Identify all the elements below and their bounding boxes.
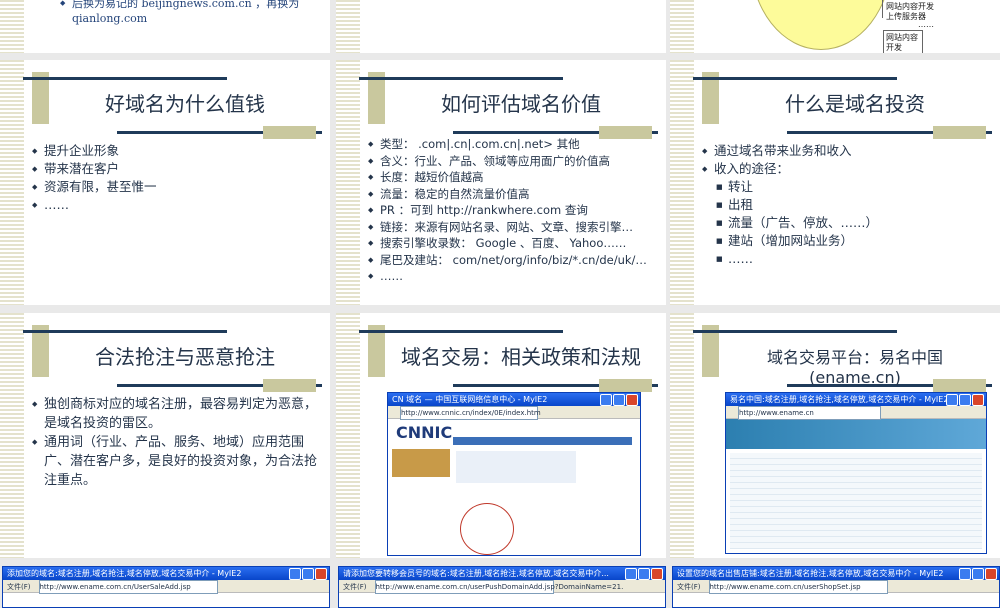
- bullet: 长度：越短价值越高: [368, 169, 658, 186]
- sub-bullet: 流量（广告、停放、……）: [702, 214, 992, 232]
- bullet: 通过域名带来业务和收入: [702, 142, 992, 160]
- window-title: 添加您的域名:域名注册,域名抢注,域名停放,域名交易中介 - MyIE2: [7, 569, 242, 578]
- slide-stripe: [0, 313, 24, 558]
- address-bar[interactable]: http://www.ename.com.cn/userPushDomainAd…: [374, 580, 623, 594]
- diagram-connector: [882, 0, 883, 18]
- browser-window-2[interactable]: 请添加您要转移会员号的域名:域名注册,域名抢注,域名停放,域名交易中介... 文…: [338, 566, 666, 608]
- slide-stripe: [336, 0, 360, 53]
- browser-window-1[interactable]: 添加您的域名:域名注册,域名抢注,域名停放,域名交易中介 - MyIE2 文件(…: [2, 566, 330, 608]
- sub-bullet: ……: [702, 250, 992, 268]
- window-title: 设置您的域名出售店铺:域名注册,域名抢注,域名停放,域名交易中介 - MyIE2: [677, 569, 944, 578]
- diagram-box: 网站内容开发: [883, 30, 923, 53]
- bullet: 链接：来源有网站名录、网站、文章、搜索引擎…: [368, 219, 658, 236]
- maximize-button[interactable]: [638, 568, 650, 580]
- accent-block: [263, 126, 316, 139]
- bullet: 类型： .com|.cn|.com.cn|.net> 其他: [368, 136, 658, 153]
- minimize-button[interactable]: [625, 568, 637, 580]
- close-button[interactable]: [985, 568, 997, 580]
- accent-block: [933, 126, 986, 139]
- bullet: 后换为易记的 beijingnews.com.cn ，再换为 qianlong.…: [60, 0, 322, 26]
- slide-stripe: [670, 60, 694, 305]
- bullet: 独创商标对应的域名注册，最容易判定为恶意，是域名投资的雷区。: [32, 395, 322, 433]
- banner: [392, 449, 450, 477]
- slide-stripe: [0, 0, 24, 53]
- slide-title: 合法抢注与恶意抢注: [95, 345, 275, 369]
- address-bar[interactable]: http://www.ename.com.cn/UserSaleAdd.jsp: [38, 580, 218, 594]
- divider: [23, 77, 227, 80]
- slide-thumbnail-8[interactable]: 域名交易：相关政策和法规 CN 域名 — 中国互联网络信息中心 - MyIE2 …: [336, 313, 666, 558]
- bullet: 尾巴及建站： com/net/org/info/biz/*.cn/de/uk/…: [368, 252, 658, 269]
- highlight-circle: [460, 503, 514, 555]
- slide-thumbnail-9[interactable]: 域名交易平台：易名中国 (ename.cn) 易名中国:域名注册,域名抢注,域名…: [670, 313, 1000, 558]
- slide-stripe: [0, 60, 24, 305]
- file-menu[interactable]: 文件(F): [7, 583, 31, 591]
- divider: [693, 77, 897, 80]
- close-button[interactable]: [651, 568, 663, 580]
- close-button[interactable]: [315, 568, 327, 580]
- maximize-button[interactable]: [972, 568, 984, 580]
- slide-title: 如何评估域名价值: [441, 92, 601, 116]
- nav-bar: [453, 437, 632, 445]
- bullet: PR ：可到 http://rankwhere.com 查询: [368, 202, 658, 219]
- address-bar[interactable]: http://www.ename.com.cn/userShopSet.jsp: [708, 580, 888, 594]
- diagram-label: 网站内容开发: [886, 2, 934, 11]
- slide-title: 域名交易平台：易名中国 (ename.cn): [766, 348, 943, 387]
- sub-bullet: 转让: [702, 178, 992, 196]
- bullet: 通用词（行业、产品、服务、地域）应用范围广、潜在客户多，是良好的投资对象，为合法…: [32, 433, 322, 490]
- search-panel: [456, 451, 576, 483]
- file-menu[interactable]: 文件(F): [677, 583, 701, 591]
- accent-block: [263, 379, 316, 392]
- slide-title: 好域名为什么值钱: [105, 92, 265, 116]
- slide-stripe: [670, 313, 694, 558]
- browser-screenshot: CN 域名 — 中国互联网络信息中心 - MyIE2 http://www.cn…: [387, 392, 641, 556]
- bullet: 含义：行业、产品、领域等应用面广的价值高: [368, 153, 658, 170]
- bullet: 流量：稳定的自然流量价值高: [368, 186, 658, 203]
- bullet: 带来潜在客户: [32, 160, 322, 178]
- bullet: 搜索引擎收录数： Google 、百度、 Yahoo……: [368, 235, 658, 252]
- sub-bullet: 建站（增加网站业务）: [702, 232, 992, 250]
- sub-bullet: 出租: [702, 196, 992, 214]
- diagram-circle: [750, 0, 892, 50]
- bullet: ……: [32, 196, 322, 214]
- maximize-button[interactable]: [302, 568, 314, 580]
- window-title: 请添加您要转移会员号的域名:域名注册,域名抢注,域名停放,域名交易中介...: [343, 569, 609, 578]
- divider: [359, 330, 563, 333]
- file-menu[interactable]: 文件(F): [343, 583, 367, 591]
- minimize-button[interactable]: [959, 568, 971, 580]
- bullet: 资源有限，甚至惟一: [32, 178, 322, 196]
- bullet: ……: [368, 268, 658, 285]
- slide-thumbnail-2[interactable]: [336, 0, 666, 53]
- bullet: 提升企业形象: [32, 142, 322, 160]
- diagram-label: ……: [918, 20, 934, 29]
- header-banner: [726, 419, 986, 449]
- browser-window-3[interactable]: 设置您的域名出售店铺:域名注册,域名抢注,域名停放,域名交易中介 - MyIE2…: [672, 566, 1000, 608]
- divider: [693, 330, 897, 333]
- slide-stripe: [336, 60, 360, 305]
- slide-title: 什么是域名投资: [785, 92, 925, 116]
- slide-thumbnail-1[interactable]: 后换为易记的 beijingnews.com.cn ，再换为 qianlong.…: [0, 0, 330, 53]
- slide-stripe: [670, 0, 694, 53]
- address-bar: http://www.ename.cn: [738, 406, 881, 420]
- slide-thumbnail-7[interactable]: 合法抢注与恶意抢注 独创商标对应的域名注册，最容易判定为恶意，是域名投资的雷区。…: [0, 313, 330, 558]
- divider: [23, 330, 227, 333]
- content-area: [730, 453, 982, 549]
- window-title: 易名中国:域名注册,域名抢注,域名停放,域名交易中介 - MyIE2: [730, 395, 949, 404]
- slide-title: 域名交易：相关政策和法规: [401, 345, 641, 369]
- slide-thumbnail-6[interactable]: 什么是域名投资 通过域名带来业务和收入收入的途径：转让出租流量（广告、停放、………: [670, 60, 1000, 305]
- browser-screenshot: 易名中国:域名注册,域名抢注,域名停放,域名交易中介 - MyIE2 http:…: [725, 392, 987, 554]
- minimize-button[interactable]: [289, 568, 301, 580]
- slide-stripe: [336, 313, 360, 558]
- slide-thumbnail-5[interactable]: 如何评估域名价值 类型： .com|.cn|.com.cn|.net> 其他含义…: [336, 60, 666, 305]
- slide-thumbnail-3[interactable]: 网站内容开发 上传服务器 …… 网站内容开发: [670, 0, 1000, 53]
- bullet: 收入的途径：: [702, 160, 992, 178]
- divider: [359, 77, 563, 80]
- window-title: CN 域名 — 中国互联网络信息中心 - MyIE2: [392, 395, 548, 404]
- slide-thumbnail-4[interactable]: 好域名为什么值钱 提升企业形象带来潜在客户资源有限，甚至惟一……: [0, 60, 330, 305]
- accent-block: [599, 379, 652, 392]
- address-bar: http://www.cnnic.cn/index/0E/index.htm: [400, 406, 541, 420]
